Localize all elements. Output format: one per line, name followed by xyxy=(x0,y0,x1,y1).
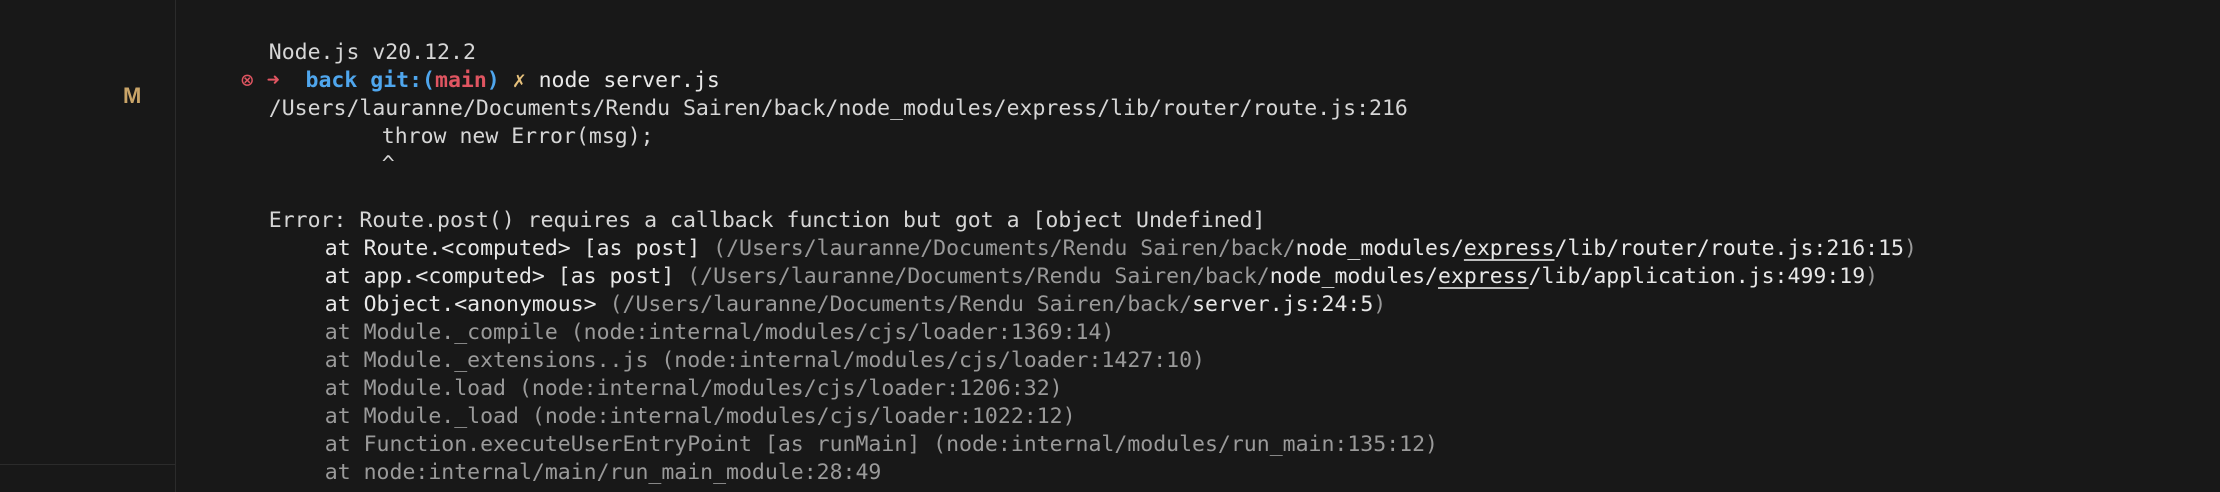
error-caret: ^ xyxy=(381,152,395,177)
stack-frame-file[interactable]: server.js:24:5 xyxy=(1192,292,1373,317)
stack-frame-paren-close: ) xyxy=(1865,264,1879,289)
node-version-line: Node.js v20.12.2 xyxy=(217,11,476,65)
internal-stack-frame: at node:internal/main/run_main_module:28… xyxy=(273,431,882,485)
stack-frame-paren-close: ) xyxy=(1373,292,1387,317)
caret-line: ^ xyxy=(330,123,395,177)
shell-prompt-line: ⊗ ➜ back git:(main) ✗ node server.js xyxy=(189,39,720,93)
stack-file-line: /Users/lauranne/Documents/Rendu Sairen/b… xyxy=(217,67,1408,121)
editor-gutter: M xyxy=(0,0,176,492)
stack-frame: at app.<computed> [as post] (/Users/laur… xyxy=(273,235,1878,289)
internal-stack-frame: at Module._extensions..js (node:internal… xyxy=(273,319,1205,373)
code-excerpt: throw new Error(msg); xyxy=(381,124,654,149)
stack-frame-package[interactable]: express xyxy=(1438,264,1529,289)
error-message-line: Error: Route.post() requires a callback … xyxy=(217,179,1266,233)
internal-frame-text: at node:internal/main/run_main_module:28… xyxy=(324,460,882,485)
gutter-divider xyxy=(0,464,176,465)
internal-stack-frame: at Module.load (node:internal/modules/cj… xyxy=(273,347,1063,401)
stack-frame: at Object.<anonymous> (/Users/lauranne/D… xyxy=(273,263,1386,317)
stack-frame: at Route.<computed> [as post] (/Users/la… xyxy=(273,207,1917,261)
internal-stack-frame: at Module._compile (node:internal/module… xyxy=(273,291,1115,345)
terminal-output[interactable]: Node.js v20.12.2 ⊗ ➜ back git:(main) ✗ n… xyxy=(177,0,2220,492)
stack-frame-paren-close: ) xyxy=(1904,236,1917,261)
code-excerpt-line: throw new Error(msg); xyxy=(330,95,654,149)
stack-frame-path-rest[interactable]: /lib/application.js:499:19 xyxy=(1529,264,1866,289)
git-modified-badge[interactable]: M xyxy=(123,83,141,109)
internal-stack-frame: at Module._load (node:internal/modules/c… xyxy=(273,375,1076,429)
internal-stack-frame: at Function.executeUserEntryPoint [as ru… xyxy=(273,403,1438,457)
